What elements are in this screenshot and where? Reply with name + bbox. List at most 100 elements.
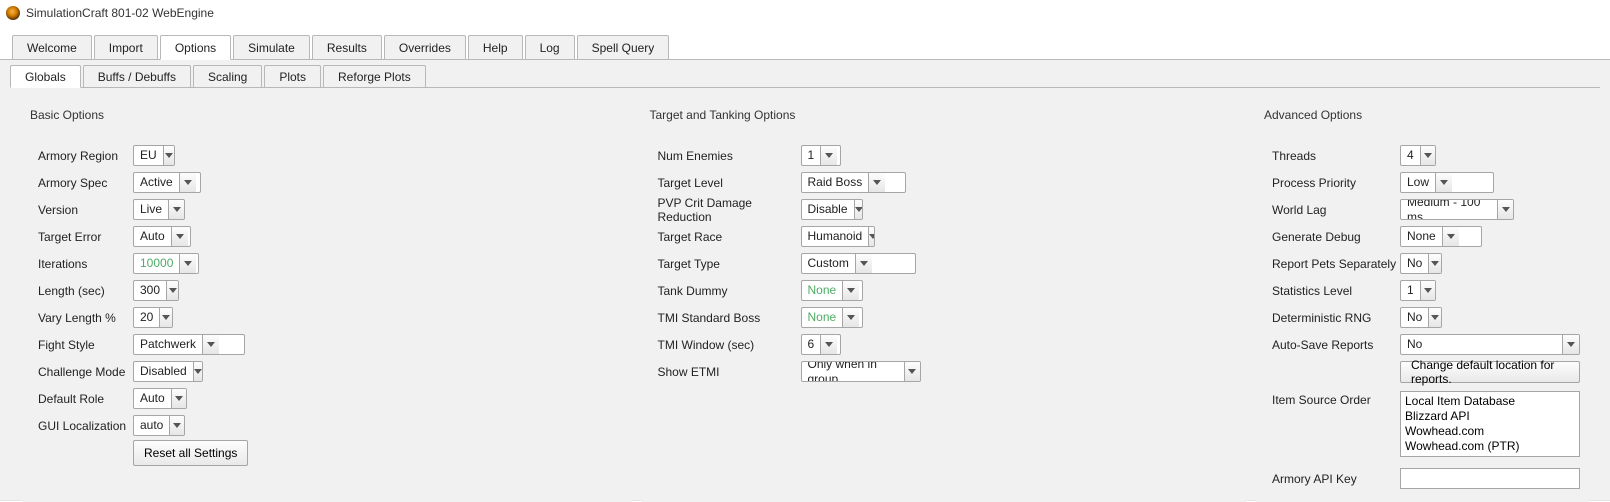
change-report-location-button[interactable]: Change default location for reports. xyxy=(1400,361,1580,383)
label-target-level: Target Level xyxy=(658,176,801,190)
chevron-down-icon xyxy=(825,342,833,347)
label-armory-region: Armory Region xyxy=(38,149,133,163)
select-autosave[interactable]: No xyxy=(1400,334,1580,355)
select-vary-length[interactable]: 20 xyxy=(133,307,173,328)
select-challenge-mode[interactable]: Disabled xyxy=(133,361,203,382)
tab-welcome[interactable]: Welcome xyxy=(12,35,92,59)
list-item[interactable]: Wowhead.com xyxy=(1405,424,1575,439)
chevron-down-icon xyxy=(1431,315,1439,320)
select-version[interactable]: Live xyxy=(133,199,185,220)
chevron-down-icon xyxy=(1447,234,1455,239)
chevron-down-icon xyxy=(207,342,215,347)
select-target-level[interactable]: Raid Boss xyxy=(801,172,906,193)
tab-options[interactable]: Options xyxy=(160,35,231,60)
item-source-listbox[interactable]: Local Item Database Blizzard API Wowhead… xyxy=(1400,391,1580,457)
chevron-down-icon xyxy=(176,234,184,239)
select-threads[interactable]: 4 xyxy=(1400,145,1436,166)
group-target: Target and Tanking Options Num Enemies 1… xyxy=(642,98,1247,502)
options-panel: Basic Options Armory Region EU Armory Sp… xyxy=(10,88,1600,500)
label-pvp-crit: PVP Crit Damage Reduction xyxy=(658,196,801,224)
chevron-down-icon xyxy=(173,423,181,428)
label-target-type: Target Type xyxy=(658,257,801,271)
select-tank-dummy: None xyxy=(801,280,863,301)
label-autosave: Auto-Save Reports xyxy=(1272,338,1400,352)
chevron-down-icon xyxy=(175,396,183,401)
label-world-lag: World Lag xyxy=(1272,203,1400,217)
label-api-key: Armory API Key xyxy=(1272,472,1400,486)
list-item[interactable]: Wowhead.com (PTR) xyxy=(1405,439,1575,454)
label-target-race: Target Race xyxy=(658,230,801,244)
group-advanced: Advanced Options Threads 4 Process Prior… xyxy=(1256,98,1588,502)
chevron-down-icon xyxy=(162,315,170,320)
main-tabbar: Welcome Import Options Simulate Results … xyxy=(0,32,1610,60)
chevron-down-icon xyxy=(869,234,874,239)
chevron-down-icon xyxy=(908,369,916,374)
select-stats-level[interactable]: 1 xyxy=(1400,280,1436,301)
chevron-down-icon xyxy=(1502,207,1510,212)
group-basic: Basic Options Armory Region EU Armory Sp… xyxy=(22,98,632,502)
label-tmi-window: TMI Window (sec) xyxy=(658,338,801,352)
label-num-enemies: Num Enemies xyxy=(658,149,801,163)
select-iterations: 10000 xyxy=(133,253,199,274)
list-item[interactable]: Blizzard API xyxy=(1405,409,1575,424)
select-armory-region[interactable]: EU xyxy=(133,145,175,166)
select-fight-style[interactable]: Patchwerk xyxy=(133,334,245,355)
select-length[interactable]: 300 xyxy=(133,280,179,301)
label-fight-style: Fight Style xyxy=(38,338,133,352)
select-gen-debug[interactable]: None xyxy=(1400,226,1482,247)
tab-log[interactable]: Log xyxy=(525,35,575,59)
label-armory-spec: Armory Spec xyxy=(38,176,133,190)
select-priority[interactable]: Low xyxy=(1400,172,1494,193)
select-num-enemies[interactable]: 1 xyxy=(801,145,841,166)
label-vary-length: Vary Length % xyxy=(38,311,133,325)
chevron-down-icon xyxy=(860,261,868,266)
tab-import[interactable]: Import xyxy=(94,35,158,59)
select-world-lag[interactable]: Medium - 100 ms xyxy=(1400,199,1514,220)
label-gen-debug: Generate Debug xyxy=(1272,230,1400,244)
select-tmi-boss: None xyxy=(801,307,863,328)
subtab-scaling[interactable]: Scaling xyxy=(193,65,262,87)
tab-spell-query[interactable]: Spell Query xyxy=(577,35,670,59)
subtab-plots[interactable]: Plots xyxy=(264,65,321,87)
tab-overrides[interactable]: Overrides xyxy=(384,35,466,59)
chevron-down-icon xyxy=(847,288,855,293)
subtab-buffs[interactable]: Buffs / Debuffs xyxy=(83,65,191,87)
select-pets-sep[interactable]: No xyxy=(1400,253,1442,274)
tab-simulate[interactable]: Simulate xyxy=(233,35,310,59)
select-target-race[interactable]: Humanoid xyxy=(801,226,875,247)
select-tmi-window[interactable]: 6 xyxy=(801,334,841,355)
reset-all-settings-button[interactable]: Reset all Settings xyxy=(133,440,248,466)
subtab-reforge-plots[interactable]: Reforge Plots xyxy=(323,65,426,87)
label-item-source: Item Source Order xyxy=(1272,391,1400,407)
chevron-down-icon xyxy=(847,315,855,320)
select-show-etmi[interactable]: Only when in group xyxy=(801,361,921,382)
group-target-title: Target and Tanking Options xyxy=(650,108,1239,122)
tab-results[interactable]: Results xyxy=(312,35,382,59)
select-target-error[interactable]: Auto xyxy=(133,226,191,247)
chevron-down-icon xyxy=(184,180,192,185)
select-armory-spec[interactable]: Active xyxy=(133,172,201,193)
label-threads: Threads xyxy=(1272,149,1400,163)
label-stats-level: Statistics Level xyxy=(1272,284,1400,298)
chevron-down-icon xyxy=(855,207,863,212)
label-show-etmi: Show ETMI xyxy=(658,365,801,379)
select-default-role[interactable]: Auto xyxy=(133,388,187,409)
label-det-rng: Deterministic RNG xyxy=(1272,311,1400,325)
subtab-globals[interactable]: Globals xyxy=(10,65,81,88)
select-target-type[interactable]: Custom xyxy=(801,253,916,274)
select-gui-localization[interactable]: auto xyxy=(133,415,185,436)
chevron-down-icon xyxy=(873,180,881,185)
label-priority: Process Priority xyxy=(1272,176,1400,190)
chevron-down-icon xyxy=(825,153,833,158)
chevron-down-icon xyxy=(169,288,177,293)
chevron-down-icon xyxy=(1567,342,1575,347)
group-basic-title: Basic Options xyxy=(30,108,624,122)
label-version: Version xyxy=(38,203,133,217)
label-default-role: Default Role xyxy=(38,392,133,406)
select-pvp-crit[interactable]: Disable xyxy=(801,199,863,220)
list-item[interactable]: Local Item Database xyxy=(1405,394,1575,409)
armory-api-key-input[interactable] xyxy=(1400,468,1580,489)
label-target-error: Target Error xyxy=(38,230,133,244)
tab-help[interactable]: Help xyxy=(468,35,523,59)
select-det-rng[interactable]: No xyxy=(1400,307,1442,328)
